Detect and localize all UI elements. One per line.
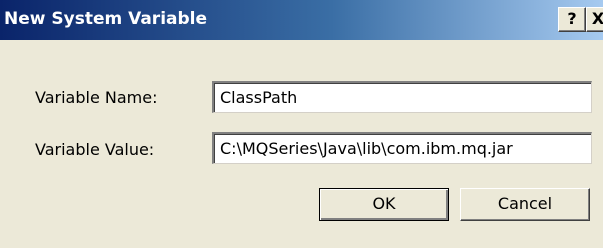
dialog-title: New System Variable [4, 9, 208, 29]
variable-value-field[interactable]: C:\MQSeries\Java\lib\com.ibm.mq.jar [212, 132, 592, 164]
cancel-button[interactable]: Cancel [460, 188, 590, 221]
close-icon: X [591, 9, 603, 28]
variable-name-field[interactable]: ClassPath [212, 81, 592, 113]
variable-name-label: Variable Name: [35, 88, 158, 107]
title-bar[interactable]: New System Variable ? X [0, 0, 603, 40]
help-button[interactable]: ? [558, 7, 586, 32]
ok-button[interactable]: OK [319, 188, 449, 221]
variable-value-label: Variable Value: [35, 140, 155, 159]
close-button[interactable]: X [586, 7, 603, 32]
new-system-variable-dialog: New System Variable ? X Variable Name: C… [0, 0, 603, 248]
question-mark-icon: ? [567, 9, 577, 28]
